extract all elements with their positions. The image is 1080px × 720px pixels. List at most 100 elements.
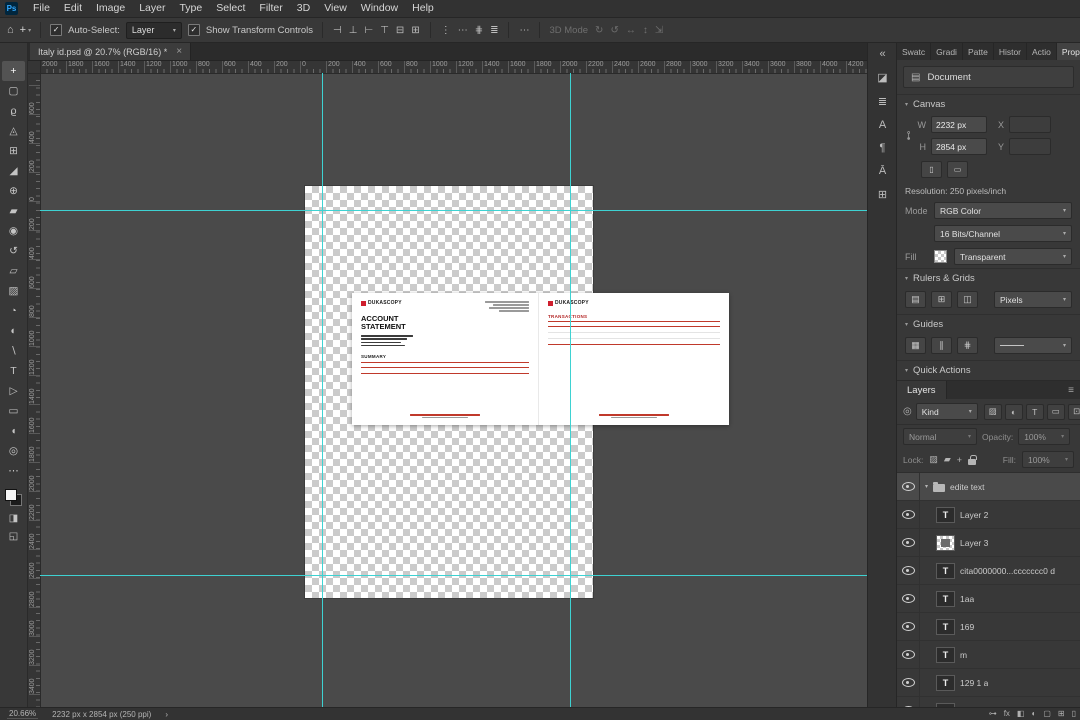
1aa[interactable]: ▾ T 1aa — [897, 585, 1080, 613]
menu-item[interactable]: Filter — [252, 0, 289, 17]
clear-guides-icon[interactable]: ⋕ — [957, 337, 978, 354]
move-tool[interactable]: + — [2, 61, 25, 81]
edite text[interactable]: ▾ T edite text — [897, 473, 1080, 501]
screen-mode-icon[interactable]: ◱ — [9, 531, 18, 542]
zoom-level-field[interactable]: 20.66% — [7, 709, 39, 719]
auto-select-target-dropdown[interactable]: Layer — [125, 21, 182, 39]
menu-item[interactable]: Type — [172, 0, 209, 17]
history-panel-icon[interactable]: ◪ — [877, 71, 887, 84]
layer-mask-icon[interactable]: ◧ — [1017, 709, 1025, 719]
distribute-heights-icon[interactable]: ≣ — [489, 25, 499, 36]
distribute-widths-icon[interactable]: ⋕ — [474, 25, 484, 36]
panel-tab[interactable]: Properties — [1056, 43, 1080, 60]
align-bottom-icon[interactable]: ⊞ — [410, 25, 420, 36]
layer-name[interactable]: Layer 2 — [960, 510, 988, 520]
panel-menu-icon[interactable]: ≡ — [1068, 381, 1080, 399]
layer-name[interactable]: edite text — [950, 482, 985, 492]
path-selection-tool[interactable]: ▷ — [2, 381, 25, 401]
guide-style-dropdown[interactable] — [994, 337, 1072, 354]
distribute-vertical-icon[interactable]: ⋮ — [440, 25, 452, 36]
layer-visibility-toggle[interactable] — [897, 557, 920, 584]
horizontal-guide[interactable] — [40, 210, 868, 211]
width-field[interactable]: 2232 px — [931, 116, 987, 133]
align-top-icon[interactable]: ⊤ — [379, 25, 390, 36]
panel-tab[interactable]: Patte — [963, 43, 994, 60]
lock-position-icon[interactable]: + — [957, 455, 962, 465]
y-field[interactable] — [1009, 138, 1051, 155]
adjustment-layer-icon[interactable]: ◐ — [1031, 709, 1036, 719]
canvas-section-header[interactable]: Canvas — [897, 94, 1080, 113]
link-layers-icon[interactable]: ⊶ — [989, 709, 997, 719]
align-left-icon[interactable]: ⊣ — [332, 25, 343, 36]
home-icon[interactable]: ⌂ — [7, 24, 14, 36]
menu-item[interactable]: Image — [89, 0, 132, 17]
layer-visibility-toggle[interactable] — [897, 501, 920, 528]
filter-type-layers-icon[interactable]: T — [1025, 403, 1044, 420]
healing-brush-tool[interactable]: ⊕ — [2, 181, 25, 201]
x-field[interactable] — [1009, 116, 1051, 133]
hand-tool[interactable]: ◖ — [2, 421, 25, 441]
swatches-panel-icon[interactable]: ≣ — [878, 95, 887, 108]
auto-select-checkbox[interactable]: ✓ — [50, 24, 63, 36]
orbit-3d-icon[interactable]: ↻ — [594, 25, 604, 36]
portrait-orientation-icon[interactable]: ▯ — [921, 161, 942, 178]
m[interactable]: ▾ T m — [897, 641, 1080, 669]
edit-toolbar-icon[interactable]: ⋯ — [2, 461, 25, 481]
lasso-tool[interactable]: ϱ — [2, 101, 25, 121]
document-tab[interactable]: Italy id.psd @ 20.7% (RGB/16) * × — [30, 43, 192, 60]
lock-transparent-pixels-icon[interactable]: ▨ — [929, 454, 938, 465]
align-center-horizontal-icon[interactable]: ⊥ — [348, 25, 359, 36]
drag-3d-icon[interactable]: ↔ — [625, 25, 637, 36]
scale-3d-icon[interactable]: ⇲ — [654, 25, 664, 36]
glyphs-panel-icon[interactable]: Ā — [879, 165, 886, 177]
brush-tool[interactable]: ▰ — [2, 201, 25, 221]
snap-toggle-icon[interactable]: ◫ — [957, 291, 978, 308]
filter-shape-layers-icon[interactable]: ▭ — [1046, 403, 1065, 420]
color-swatches[interactable] — [5, 489, 22, 506]
filter-smart-objects-icon[interactable]: ⊡ — [1067, 403, 1080, 420]
gradient-tool[interactable]: ▨ — [2, 281, 25, 301]
lock-all-icon[interactable] — [968, 454, 977, 465]
dodge-tool[interactable]: ◐ — [2, 321, 25, 341]
layer-filter-kind-dropdown[interactable]: Kind — [915, 403, 978, 420]
blend-mode-dropdown[interactable]: Normal — [903, 428, 977, 445]
horizontal-ruler[interactable]: 2000 1800 1600 1400 1200 1000 800 600 400 200 0 200… — [40, 60, 868, 74]
menu-item[interactable]: 3D — [290, 0, 317, 17]
eyedropper-tool[interactable]: ◢ — [2, 161, 25, 181]
menu-item[interactable]: Help — [405, 0, 441, 17]
new-group-icon[interactable]: ▢ — [1043, 709, 1051, 719]
align-middle-icon[interactable]: ⊟ — [395, 25, 405, 36]
align-right-icon[interactable]: ⊢ — [363, 25, 374, 36]
eraser-tool[interactable]: ▱ — [2, 261, 25, 281]
horizontal-guide[interactable] — [40, 575, 868, 576]
quick-selection-tool[interactable]: ◬ — [2, 121, 25, 141]
layer-visibility-toggle[interactable] — [897, 641, 920, 668]
layer-search-icon[interactable]: ◎ — [903, 406, 912, 417]
color-mode-dropdown[interactable]: RGB Color — [934, 202, 1072, 219]
layer-name[interactable]: Layer 3 — [960, 538, 988, 548]
menu-item[interactable]: Edit — [57, 0, 89, 17]
129 1 a[interactable]: ▾ T 129 1 a — [897, 669, 1080, 697]
panel-tab[interactable]: Swatc — [897, 43, 932, 60]
foreground-color-swatch[interactable] — [5, 489, 17, 501]
filter-adjustment-layers-icon[interactable]: ◐ — [1004, 403, 1023, 420]
pen-tool[interactable]: ∖ — [2, 341, 25, 361]
link-dimensions-icon[interactable]: ⊶ — [903, 131, 914, 141]
layer-visibility-toggle[interactable] — [897, 529, 920, 556]
ruler-toggle-icon[interactable]: ▤ — [905, 291, 926, 308]
menu-item[interactable]: Select — [209, 0, 252, 17]
shape-tool[interactable]: ▭ — [2, 401, 25, 421]
panel-tab[interactable]: Gradi — [931, 43, 963, 60]
zoom-tool[interactable]: ◎ — [2, 441, 25, 461]
history-brush-tool[interactable]: ↺ — [2, 241, 25, 261]
blur-tool[interactable]: ◔ — [2, 301, 25, 321]
collapse-dock-icon[interactable]: « — [879, 48, 885, 60]
layer-name[interactable]: 169 — [960, 622, 974, 632]
quick-actions-section-header[interactable]: Quick Actions — [897, 360, 1080, 379]
layer-name[interactable]: m — [960, 650, 967, 660]
layer-visibility-toggle[interactable] — [897, 585, 920, 612]
fill-swatch[interactable] — [934, 250, 947, 263]
guides-toggle-icon[interactable]: ▦ — [905, 337, 926, 354]
layer-name[interactable]: 129 1 a — [960, 678, 988, 688]
layer-name[interactable]: 1aa — [960, 594, 974, 604]
